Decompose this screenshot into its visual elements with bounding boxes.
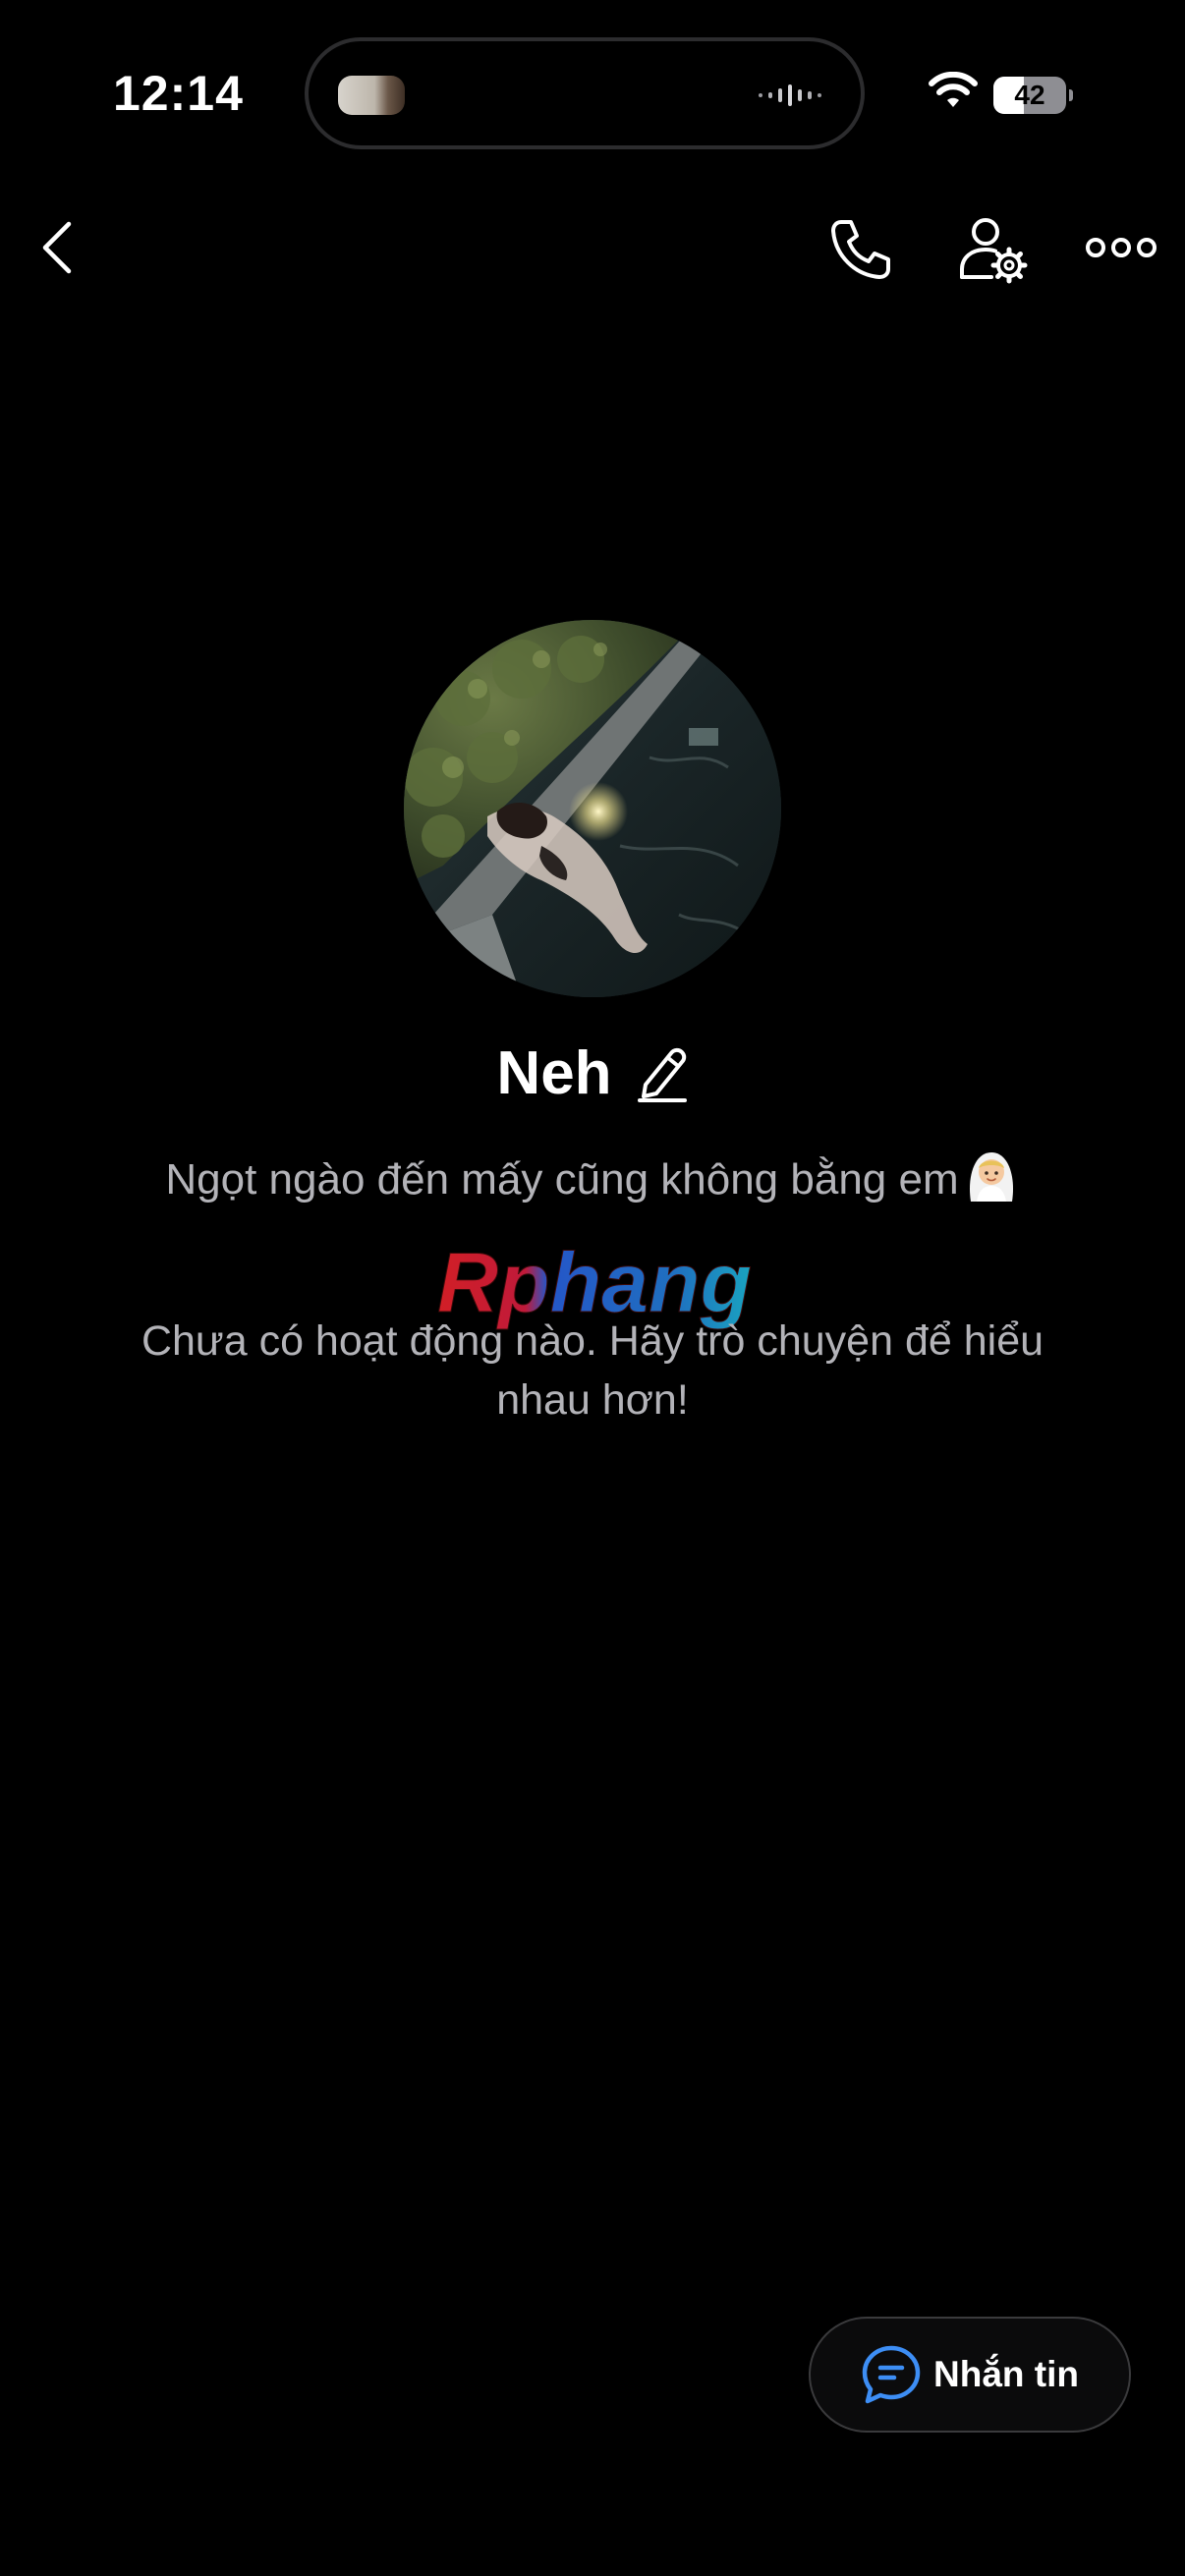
now-playing-thumbnail [338,76,405,115]
avatar[interactable] [404,620,781,997]
wifi-icon [929,72,978,107]
bride-with-veil-emoji [969,1152,1013,1202]
phone-icon[interactable] [827,216,894,283]
chat-bubble-icon [862,2345,921,2404]
edit-pencil-icon[interactable] [636,1043,689,1102]
battery-icon: 42 [993,77,1073,114]
profile-name: Neh [496,1038,612,1107]
status-bar: 12:14 42 [0,0,1185,187]
name-row: Neh [0,1034,1185,1112]
message-button-label: Nhắn tin [933,2354,1079,2394]
status-time: 12:14 [113,66,244,121]
profile-bio: Ngọt ngào đến mấy cũng không bằng em [0,1146,1185,1214]
more-icon[interactable] [1086,233,1157,262]
audio-waveform-icon [759,84,821,106]
message-button[interactable]: Nhắn tin [809,2317,1131,2433]
dynamic-island[interactable] [305,37,865,149]
user-settings-icon[interactable] [958,214,1029,285]
empty-activity-text: Chưa có hoạt động nào. Hãy trò chuyện để… [141,1317,1044,1424]
avatar-photo [404,620,781,997]
battery-level: 42 [1014,80,1045,110]
bio-text: Ngọt ngào đến mấy cũng không bằng em [165,1155,959,1204]
chevron-left-icon[interactable] [37,218,77,277]
